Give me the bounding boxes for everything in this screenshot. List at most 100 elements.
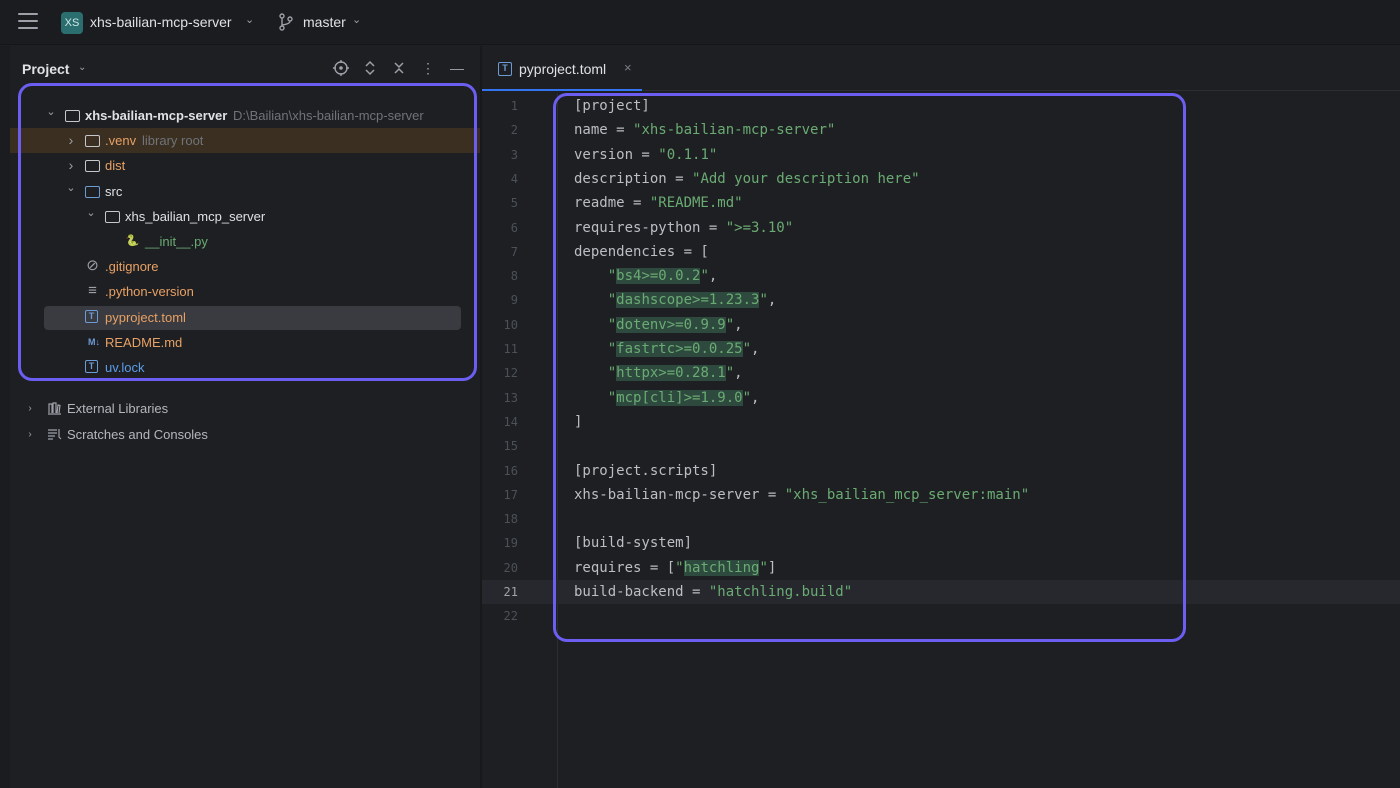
chevron-down-icon[interactable]: ⌄ xyxy=(245,13,254,26)
tree-item[interactable]: ⌄ xhs_bailian_mcp_server xyxy=(10,204,480,229)
folder-icon xyxy=(85,160,100,173)
code-line[interactable]: 2 name = "xhs-bailian-mcp-server" xyxy=(482,118,1400,142)
tree-item[interactable]: Tpyproject.toml xyxy=(10,305,480,330)
tree-item-label: dist xyxy=(105,158,126,174)
tree-item-label: xhs-bailian-mcp-server xyxy=(85,108,228,123)
chevron-right-icon[interactable]: › xyxy=(65,128,77,153)
code-line[interactable]: 14] xyxy=(482,410,1400,434)
chevron-down-icon[interactable]: ⌄ xyxy=(78,62,86,73)
project-badge[interactable]: XS xyxy=(61,12,83,34)
line-number: 16 xyxy=(503,463,518,478)
project-panel-header: Project ⌄ ⋮ — xyxy=(10,46,480,92)
line-number: 17 xyxy=(503,487,518,502)
code-line[interactable]: 1 [project] xyxy=(482,94,1400,118)
code-text: ] xyxy=(574,413,583,430)
tree-item-label: README.md xyxy=(105,334,183,350)
code-line[interactable]: 17 xhs-bailian-mcp-server = "xhs_bailian_… xyxy=(482,483,1400,507)
locate-icon[interactable] xyxy=(332,59,350,77)
code-line[interactable]: 18 xyxy=(482,507,1400,531)
code-text: "fastrtc>=0.0.25", xyxy=(607,341,760,357)
code-line[interactable]: 8 "bs4>=0.0.2", xyxy=(482,264,1400,288)
tree-item[interactable]: ≡ .python-version xyxy=(10,279,480,304)
editor: T pyproject.toml × 1 [project] 2 name = "xh… xyxy=(482,46,1400,788)
chevron-down-icon[interactable]: ⌄ xyxy=(65,176,77,201)
code-line[interactable]: 10 "dotenv>=0.9.9", xyxy=(482,313,1400,337)
line-number: 15 xyxy=(503,439,518,454)
tree-item-label: src xyxy=(105,183,123,199)
chevron-right-icon[interactable]: › xyxy=(24,422,36,447)
code-text: readme = "README.md" xyxy=(574,195,743,212)
tree-item-label: .python-version xyxy=(105,284,194,300)
close-icon[interactable]: × xyxy=(624,60,632,75)
tab-label: pyproject.toml xyxy=(519,61,607,77)
code-line[interactable]: 21 build-backend = "hatchling.build" xyxy=(482,580,1400,604)
panel-title[interactable]: Project xyxy=(22,61,69,77)
folder-icon xyxy=(85,185,100,198)
tool-window-strip xyxy=(0,46,10,788)
tree-item[interactable]: M↓ README.md xyxy=(10,330,480,355)
tree-item-external-libraries[interactable]: › External Libraries xyxy=(10,396,480,421)
code-text: xhs-bailian-mcp-server = "xhs_bailian_mc… xyxy=(574,486,1030,503)
code-line[interactable]: 22 xyxy=(482,604,1400,628)
code-text: "bs4>=0.0.2", xyxy=(607,268,718,285)
python-file-icon: 🐍 xyxy=(125,235,140,247)
ignore-file-icon: ⊘ xyxy=(86,257,99,275)
code-line[interactable]: 16 [project.scripts] xyxy=(482,459,1400,483)
tree-item[interactable]: › .venv library root xyxy=(10,128,480,154)
code-text: requires-python = ">=3.10" xyxy=(574,219,794,236)
editor-tab-bar: T pyproject.toml × xyxy=(482,46,1400,91)
tree-item-label: xhs_bailian_mcp_server xyxy=(125,208,266,224)
tree-item-scratches[interactable]: › Scratches and Consoles xyxy=(10,422,480,447)
code-line[interactable]: 11 "fastrtc>=0.0.25", xyxy=(482,337,1400,361)
chevron-right-icon[interactable]: › xyxy=(24,396,36,421)
code-line[interactable]: 20 requires = ["hatchling"] xyxy=(482,556,1400,580)
branch-icon[interactable] xyxy=(278,13,294,31)
code-text: "dashscope>=1.23.3", xyxy=(607,292,777,309)
line-number: 11 xyxy=(503,342,518,356)
library-icon xyxy=(48,402,61,415)
chevron-down-icon[interactable]: ⌄ xyxy=(85,201,97,226)
markdown-file-icon: M↓ xyxy=(88,336,100,347)
code-line[interactable]: 9 "dashscope>=1.23.3", xyxy=(482,288,1400,312)
close-icon[interactable] xyxy=(390,59,408,77)
scratches-icon xyxy=(48,429,62,440)
line-number: 20 xyxy=(503,560,518,575)
tree-item[interactable]: ⊘ .gitignore xyxy=(10,254,480,279)
chevron-down-icon[interactable]: ⌄ xyxy=(45,100,57,125)
tree-item-label: uv.lock xyxy=(105,360,145,375)
code-line[interactable]: 7 dependencies = [ xyxy=(482,240,1400,264)
tab-pyproject-toml[interactable]: T pyproject.toml × xyxy=(482,46,642,91)
code-text: dependencies = [ xyxy=(574,243,709,260)
toml-file-icon: T xyxy=(498,62,512,76)
toml-file-icon: T xyxy=(85,360,98,373)
code-line[interactable]: 4 description = "Add your description her… xyxy=(482,167,1400,191)
tree-item[interactable]: ⌄ xhs-bailian-mcp-server D:\Bailian\xhs-ba… xyxy=(10,103,480,128)
line-number: 7 xyxy=(510,244,518,259)
code-text: requires = ["hatchling"] xyxy=(574,559,777,576)
project-switcher[interactable]: xhs-bailian-mcp-server xyxy=(90,14,232,30)
code-line[interactable]: 12 "httpx>=0.28.1", xyxy=(482,361,1400,385)
code-line[interactable]: 13 "mcp[cli]>=1.9.0", xyxy=(482,386,1400,410)
code-line[interactable]: 3 version = "0.1.1" xyxy=(482,143,1400,167)
code-line[interactable]: 15 xyxy=(482,434,1400,458)
title-bar: XS xhs-bailian-mcp-server ⌄ master ⌄ xyxy=(0,0,1400,45)
vcs-branch[interactable]: master xyxy=(303,14,346,30)
code-text: [build-system] xyxy=(574,535,693,552)
code-text: [project] xyxy=(574,98,650,114)
tree-item[interactable]: › dist xyxy=(10,153,480,178)
tree-item[interactable]: Tuv.lock xyxy=(10,355,480,380)
code-line[interactable]: 6 requires-python = ">=3.10" xyxy=(482,216,1400,240)
chevron-down-icon[interactable]: ⌄ xyxy=(352,13,361,26)
hamburger-menu-icon[interactable] xyxy=(18,13,38,31)
minimize-icon[interactable]: — xyxy=(448,59,466,77)
tree-item-label: .venv xyxy=(105,133,137,149)
more-options-icon[interactable]: ⋮ xyxy=(419,59,437,77)
code-line[interactable]: 5 readme = "README.md" xyxy=(482,191,1400,215)
line-number: 21 xyxy=(503,585,518,599)
code-line[interactable]: 19 [build-system] xyxy=(482,531,1400,555)
line-number: 9 xyxy=(510,293,518,308)
expand-collapse-icon[interactable] xyxy=(361,59,379,77)
tree-item[interactable]: 🐍 __init__.py xyxy=(10,229,480,254)
tree-item-label: __init__.py xyxy=(145,234,208,249)
tree-item[interactable]: ⌄ src xyxy=(10,179,480,204)
